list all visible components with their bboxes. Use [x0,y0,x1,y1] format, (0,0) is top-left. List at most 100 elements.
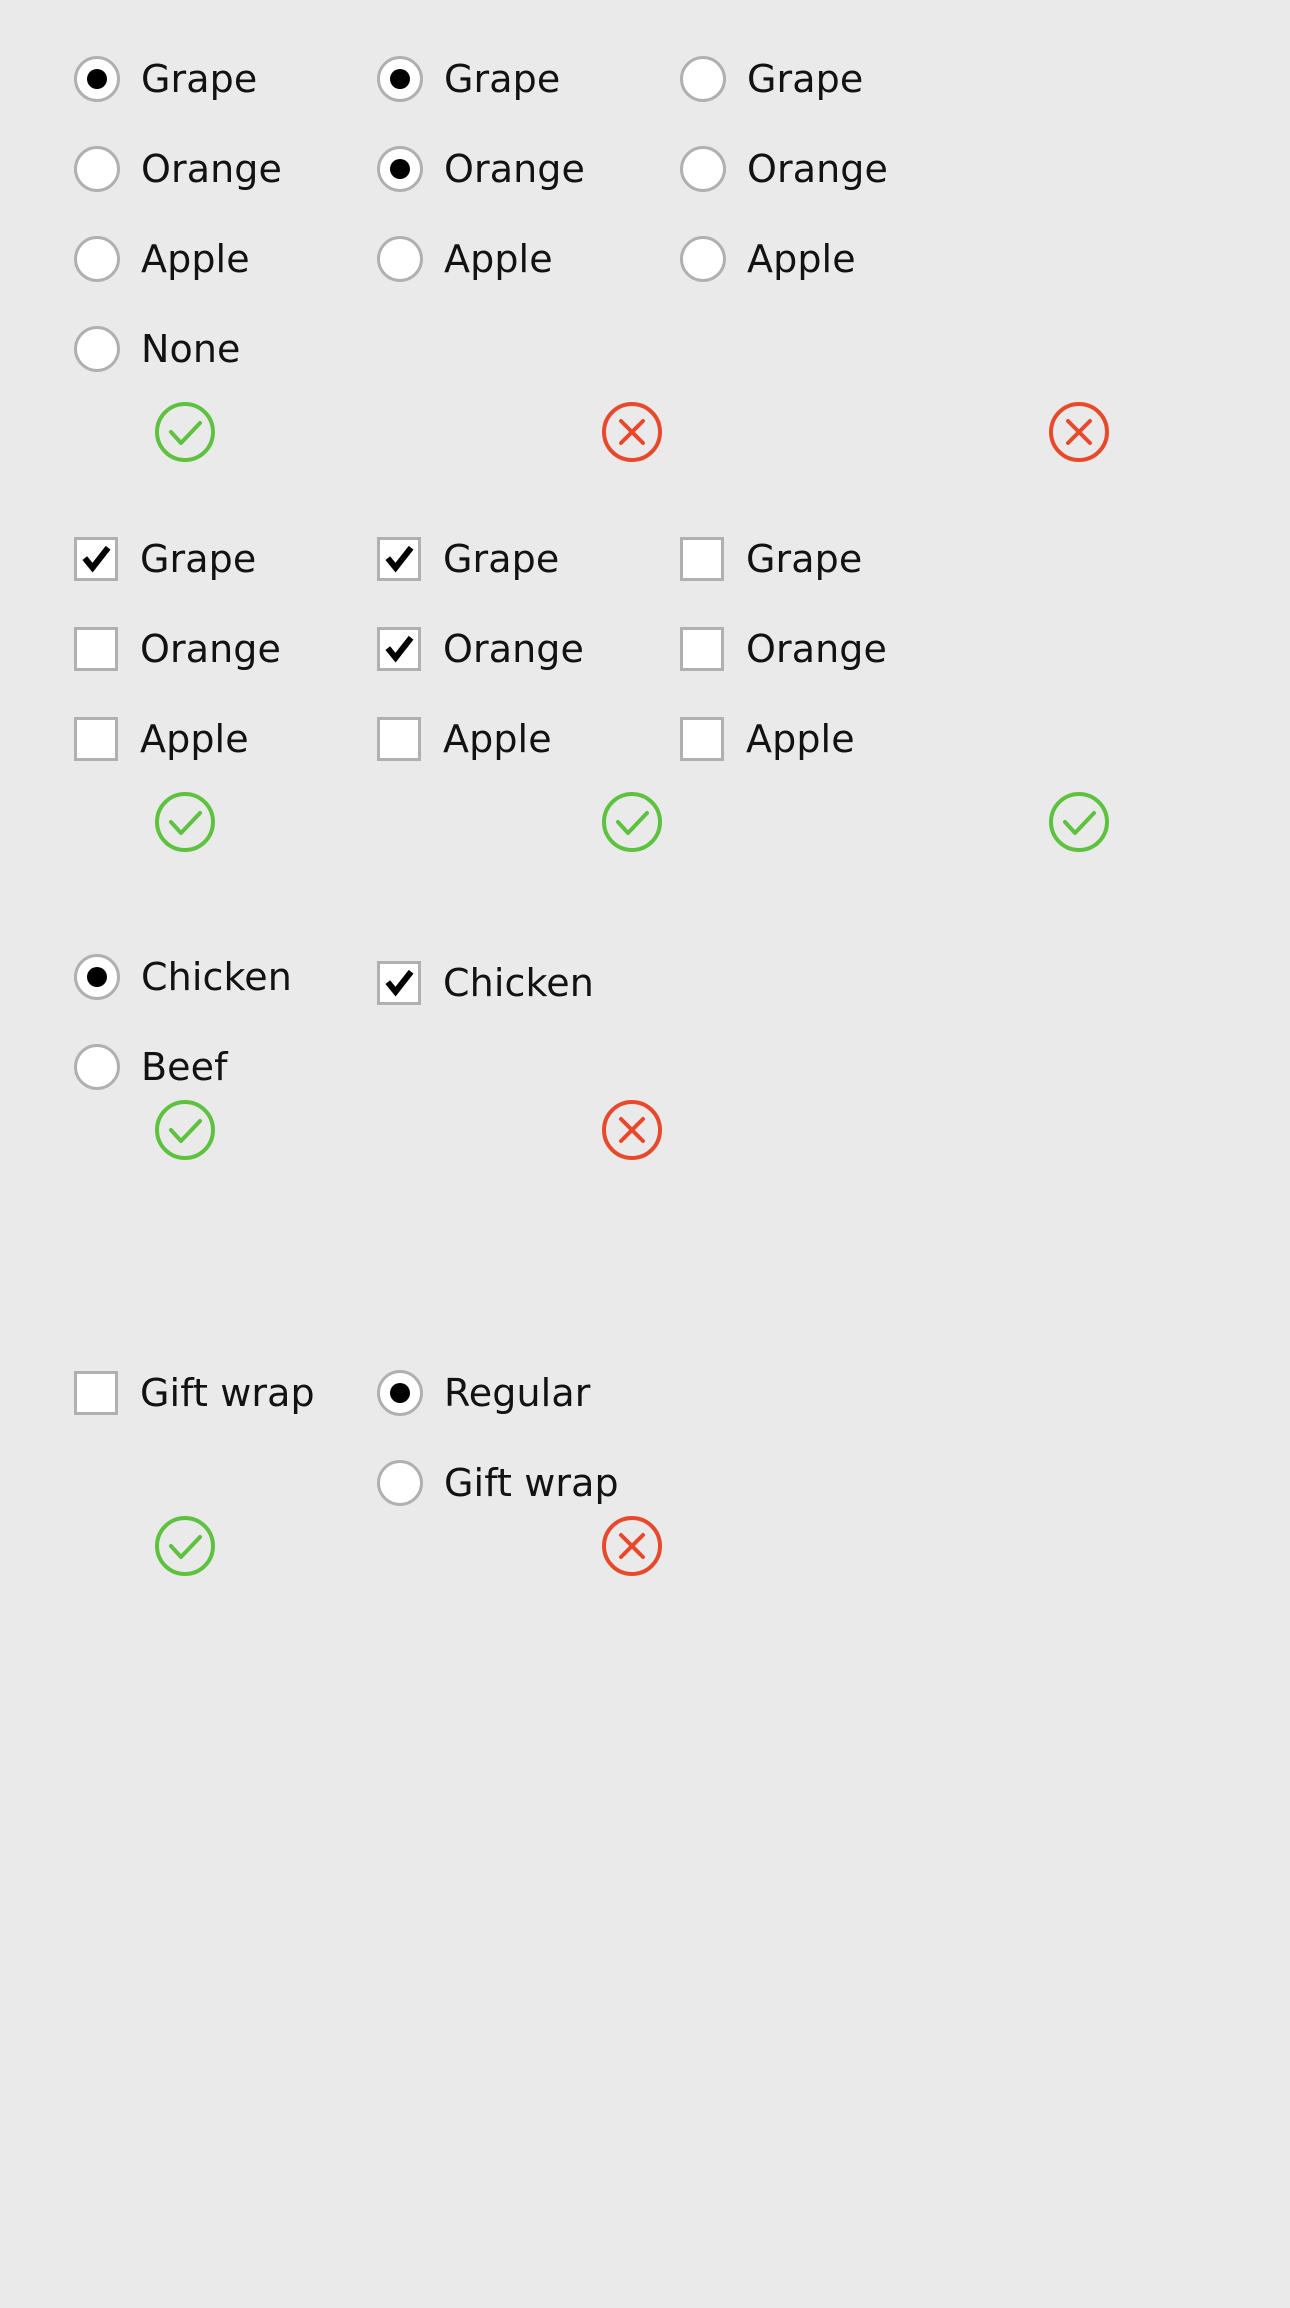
examples-board: Grape Orange Apple None Grape Orange App… [0,0,1290,2308]
option-list: Grape Orange Apple [377,514,677,784]
option-label: Gift wrap [140,1371,315,1415]
checkbox-option-row[interactable]: Grape [680,514,980,604]
gift-wrap-checkbox-column: Gift wrap [74,1348,374,1438]
fruit-checkbox-single-column: Grape Orange Apple [74,514,374,784]
checkbox-icon[interactable] [377,537,421,581]
option-label: Chicken [443,961,594,1005]
radio-option-row[interactable]: Orange [377,124,677,214]
option-list: Gift wrap [74,1348,374,1438]
fruit-radio-multi-selected-column: Grape Orange Apple [377,34,677,304]
checkbox-option-row[interactable]: Chicken [377,938,677,1028]
x-circle-icon [600,400,664,464]
radio-button-icon[interactable] [74,236,120,282]
radio-option-row[interactable]: Grape [74,34,374,124]
option-label: Apple [141,237,250,281]
meat-radio-column: Chicken Beef [74,932,374,1112]
checkbox-option-row[interactable]: Orange [377,604,677,694]
option-label: Apple [444,237,553,281]
checkbox-option-row[interactable]: Apple [377,694,677,784]
option-label: Orange [747,147,889,191]
option-label: Orange [140,627,282,671]
radio-button-icon[interactable] [377,1460,423,1506]
radio-option-row[interactable]: Regular [377,1348,677,1438]
option-list: Grape Orange Apple None [74,34,374,394]
radio-button-icon[interactable] [680,236,726,282]
option-label: Grape [443,537,560,581]
column-group: Grape Orange Apple Grape Orange Apple Gr… [0,514,1290,934]
checkbox-option-row[interactable]: Orange [680,604,980,694]
checkbox-icon[interactable] [377,961,421,1005]
option-label: Chicken [141,955,292,999]
radio-dot [390,1383,410,1403]
option-list: Grape Orange Apple [680,34,980,304]
checkbox-option-row[interactable]: Orange [74,604,374,694]
checkbox-option-row[interactable]: Grape [74,514,374,604]
radio-option-row[interactable]: Apple [377,214,677,304]
checkbox-icon[interactable] [74,537,118,581]
radio-option-row[interactable]: None [74,304,374,394]
checkmark-glyph [385,969,414,997]
checkbox-option-row[interactable]: Apple [74,694,374,784]
radio-option-row[interactable]: Apple [680,214,980,304]
fruit-radio-valid-column: Grape Orange Apple None [74,34,374,394]
radio-button-icon[interactable] [377,146,423,192]
radio-option-row[interactable]: Orange [74,124,374,214]
status-row [0,400,1290,470]
checkbox-icon[interactable] [680,537,724,581]
checkmark-glyph [385,635,414,663]
radio-dot [87,967,107,987]
radio-button-icon[interactable] [377,56,423,102]
x-circle-icon [1047,400,1111,464]
checkbox-icon[interactable] [680,627,724,671]
radio-button-icon[interactable] [680,146,726,192]
option-label: Orange [141,147,283,191]
radio-option-row[interactable]: Chicken [74,932,374,1022]
option-label: Orange [443,627,585,671]
option-label: Grape [746,537,863,581]
checkbox-icon[interactable] [74,717,118,761]
x-circle-icon [600,1098,664,1162]
meat-checkbox-column: Chicken [377,932,677,1028]
checkbox-option-row[interactable]: Grape [377,514,677,604]
radio-button-icon[interactable] [377,236,423,282]
radio-button-icon[interactable] [680,56,726,102]
checkbox-icon[interactable] [74,627,118,671]
option-label: Orange [746,627,888,671]
checkbox-option-row[interactable]: Gift wrap [74,1348,374,1438]
option-label: None [141,327,241,371]
column-group: Grape Orange Apple None Grape Orange App… [0,34,1290,454]
check-circle-icon [153,1514,217,1578]
radio-option-row[interactable]: Orange [680,124,980,214]
checkbox-icon[interactable] [377,627,421,671]
option-label: Orange [444,147,586,191]
radio-button-icon[interactable] [74,1044,120,1090]
checkbox-icon[interactable] [74,1371,118,1415]
checkbox-icon[interactable] [377,717,421,761]
option-label: Apple [443,717,552,761]
radio-dot [390,69,410,89]
option-label: Grape [141,57,258,101]
fruit-radio-section: Grape Orange Apple None Grape Orange App… [0,34,1290,462]
option-list: Grape Orange Apple [74,514,374,784]
checkbox-option-row[interactable]: Apple [680,694,980,784]
status-row [0,790,1290,860]
option-label: Apple [140,717,249,761]
radio-option-row[interactable]: Grape [377,34,677,124]
radio-button-icon[interactable] [74,954,120,1000]
radio-button-icon[interactable] [74,326,120,372]
check-circle-icon [153,1098,217,1162]
radio-button-icon[interactable] [377,1370,423,1416]
radio-option-row[interactable]: Apple [74,214,374,304]
check-circle-icon [1047,790,1111,854]
radio-button-icon[interactable] [74,56,120,102]
checkbox-icon[interactable] [680,717,724,761]
radio-button-icon[interactable] [74,146,120,192]
option-list: Grape Orange Apple [377,34,677,304]
radio-option-row[interactable]: Grape [680,34,980,124]
option-label: Grape [747,57,864,101]
check-circle-icon [153,790,217,854]
fruit-checkbox-none-column: Grape Orange Apple [680,514,980,784]
option-list: Chicken [377,932,677,1028]
status-row [0,1098,1290,1168]
option-label: Gift wrap [444,1461,619,1505]
